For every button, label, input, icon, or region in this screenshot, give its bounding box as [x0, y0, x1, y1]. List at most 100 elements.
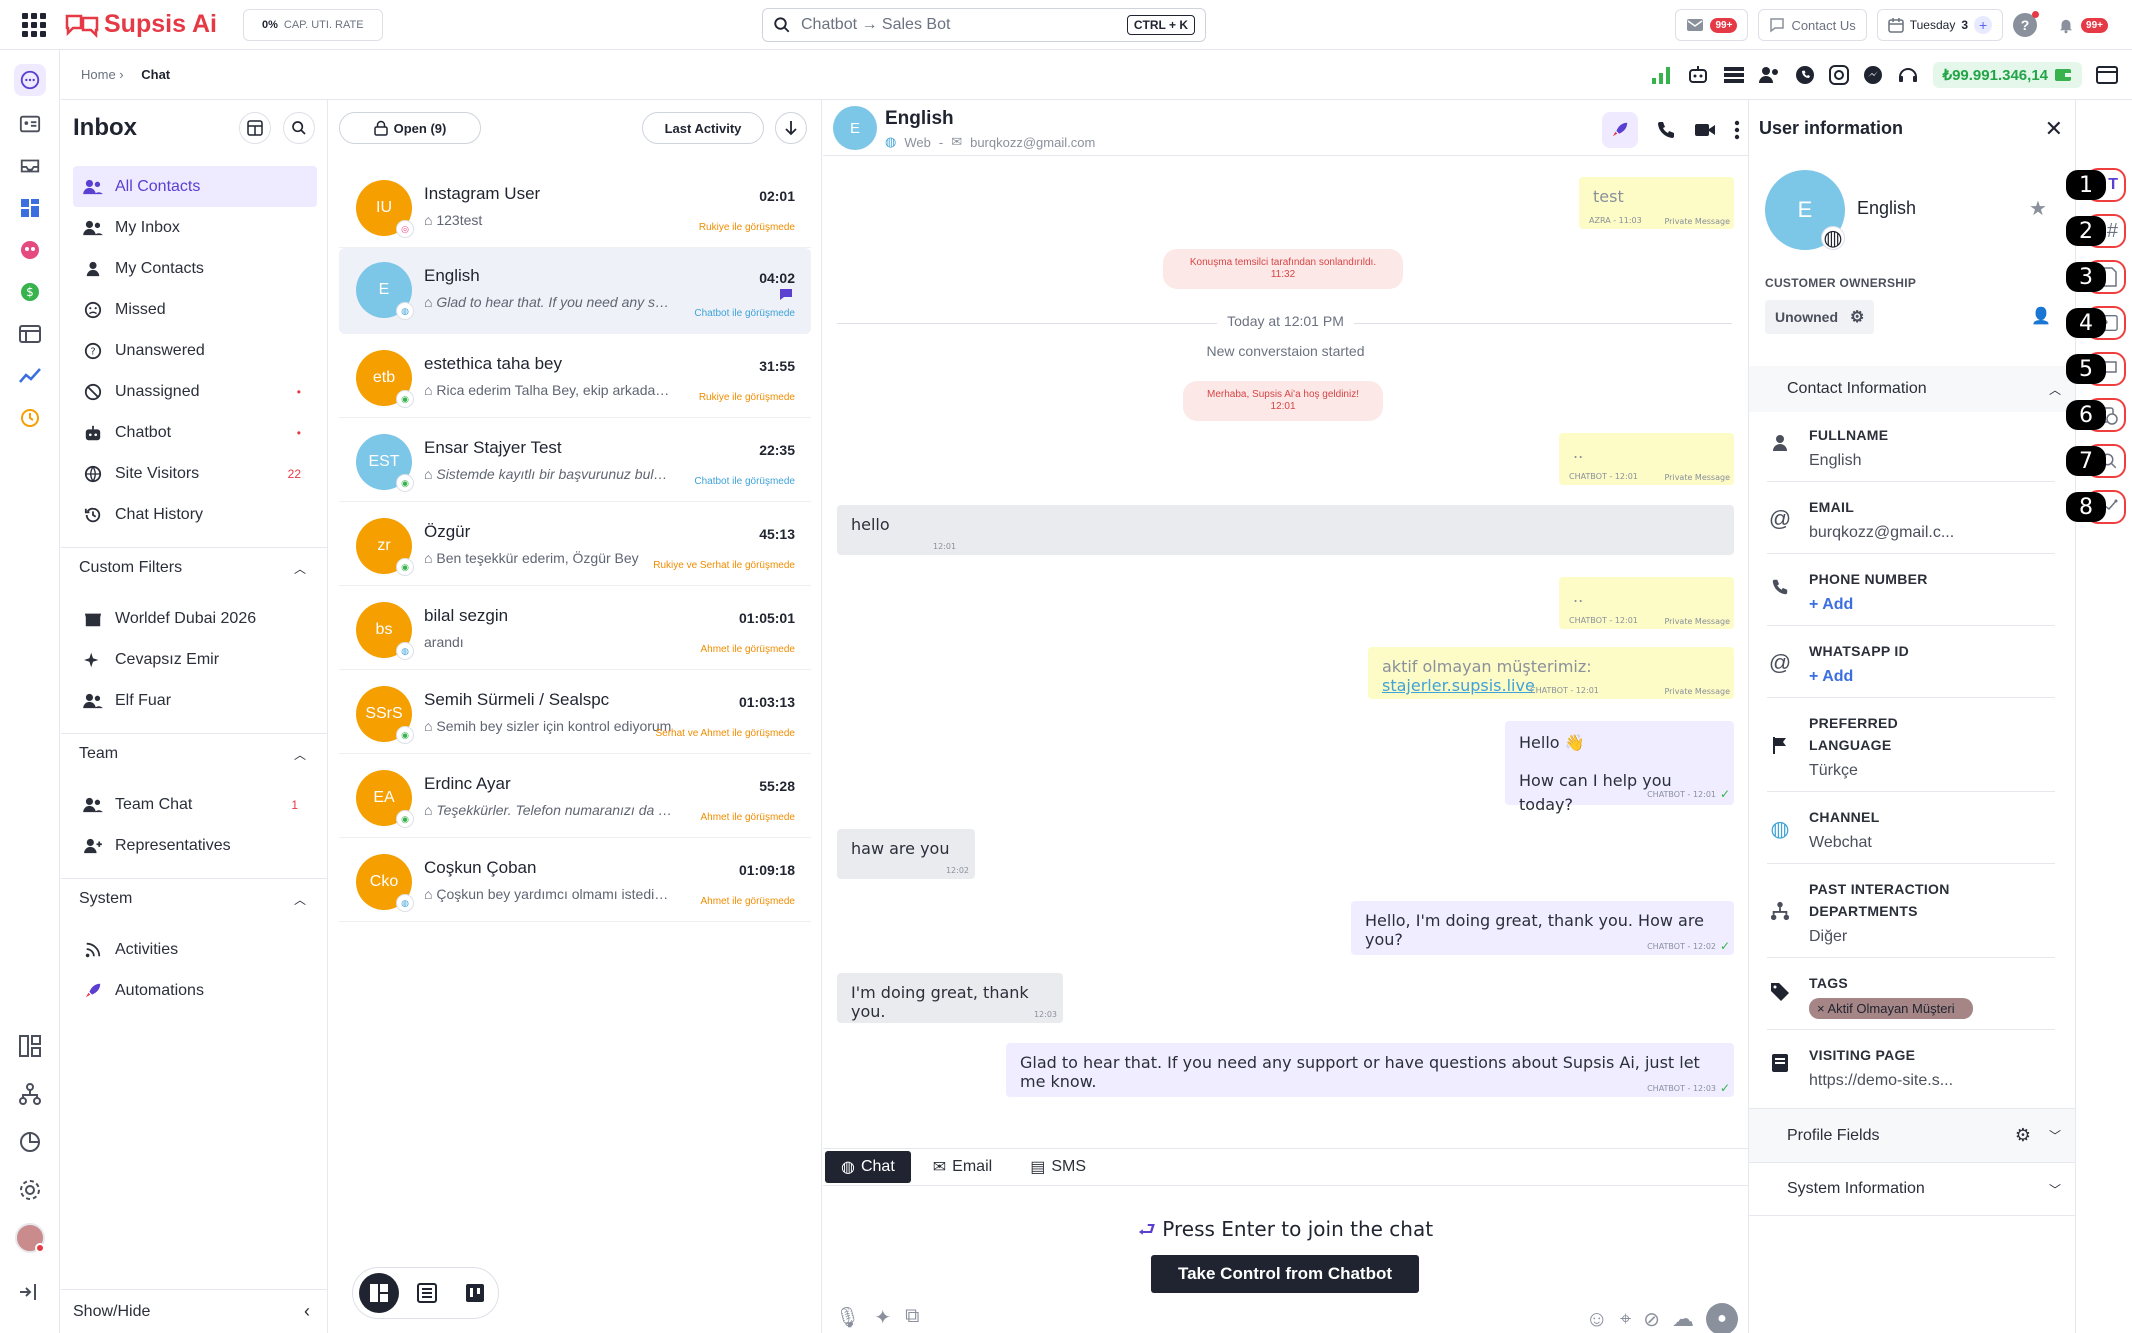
chat-avatar[interactable]: E: [833, 106, 877, 150]
layout-icon[interactable]: [14, 1030, 46, 1062]
conversation-item[interactable]: Cko ◍ Coşkun Çoban ⌂ Çoşkun bey yardımcı …: [339, 840, 811, 922]
nav-unanswered[interactable]: ? Unanswered: [73, 330, 317, 371]
inbox-tray-icon[interactable]: [14, 150, 46, 182]
tag-chip[interactable]: × Aktif Olmayan Müşteri: [1809, 998, 1973, 1019]
conversation-item[interactable]: E ◍ English ⌂ Glad to hear that. If you n…: [339, 248, 811, 334]
contact-us-button[interactable]: Contact Us: [1758, 9, 1867, 41]
microphone-icon[interactable]: 🎙: [835, 1305, 860, 1330]
nav-all-contacts[interactable]: All Contacts: [73, 166, 317, 207]
add-whatsapp-button[interactable]: + Add: [1809, 668, 1853, 686]
server-list-icon[interactable]: [1723, 65, 1745, 85]
search-input[interactable]: Chatbot → Sales Bot CTRL + K: [762, 8, 1206, 42]
star-icon[interactable]: ★: [2029, 196, 2047, 221]
conversation-item[interactable]: bs ◍ bilal sezgin arandı 01:05:01 Ahmet i…: [339, 588, 811, 670]
users-icon[interactable]: [1758, 65, 1781, 85]
inbox-layout-button[interactable]: [239, 112, 271, 144]
sort-direction-button[interactable]: [775, 112, 807, 144]
system-item[interactable]: Activities: [61, 929, 328, 970]
upload-cloud-icon[interactable]: ☁: [1672, 1306, 1694, 1332]
balance-badge[interactable]: ₺99.991.346,14: [1932, 62, 2082, 88]
add-phone-button[interactable]: + Add: [1809, 596, 1853, 614]
contact-information-header[interactable]: Contact Information ︿: [1749, 366, 2075, 412]
ai-sparkle-icon[interactable]: ✦: [874, 1305, 891, 1330]
brand-logo[interactable]: Supsis Ai: [64, 10, 217, 39]
breadcrumb-home[interactable]: Home ›: [81, 67, 124, 82]
nav-my-inbox[interactable]: My Inbox: [73, 207, 317, 248]
apps-grid-icon[interactable]: [18, 9, 50, 41]
conversation-item[interactable]: zr ◉ Özgür ⌂ Ben teşekkür ederim, Özgür B…: [339, 504, 811, 586]
open-filter-button[interactable]: Open (9): [339, 112, 481, 144]
custom-filters-header[interactable]: Custom Filters ︿: [61, 548, 328, 588]
system-item[interactable]: Automations: [61, 970, 328, 1011]
instagram-icon[interactable]: [1828, 65, 1849, 85]
chat-nav-icon[interactable]: [14, 64, 46, 96]
location-icon[interactable]: ⌖: [1620, 1308, 1631, 1331]
field-value[interactable]: English: [1809, 452, 1861, 470]
team-item[interactable]: Team Chat 1: [61, 784, 328, 825]
clock-icon[interactable]: [14, 402, 46, 434]
window-icon[interactable]: [2096, 65, 2118, 85]
signal-bars-icon[interactable]: [1651, 65, 1673, 85]
emoji-icon[interactable]: ☺: [1586, 1306, 1608, 1332]
nav-unassigned[interactable]: Unassigned •: [73, 371, 317, 412]
field-value[interactable]: burqkozz@gmail.c...: [1809, 524, 1954, 542]
whatsapp-icon[interactable]: [1795, 65, 1815, 85]
phone-icon[interactable]: [1656, 120, 1676, 140]
field-value[interactable]: https://demo-site.s...: [1809, 1072, 1953, 1090]
conversation-item[interactable]: IU ◎ Instagram User ⌂ 123test 02:01 Rukiy…: [339, 166, 811, 248]
bot-icon[interactable]: [14, 234, 46, 266]
conversation-item[interactable]: EST ◉ Ensar Stajyer Test ⌂ Sistemde kayıt…: [339, 420, 811, 502]
system-information-header[interactable]: System Information ﹀: [1749, 1162, 2075, 1216]
notifications-button[interactable]: 99+: [2047, 9, 2118, 41]
messenger-icon[interactable]: [1863, 65, 1883, 85]
take-control-button[interactable]: Take Control from Chatbot: [1151, 1255, 1419, 1293]
conversation-item[interactable]: EA ◉ Erdinc Ayar ⌂ Teşekkürler. Telefon n…: [339, 756, 811, 838]
board-view-icon[interactable]: [359, 1273, 399, 1313]
help-icon[interactable]: ?: [2013, 11, 2040, 37]
remove-tag-icon[interactable]: ×: [1817, 1001, 1825, 1016]
nav-missed[interactable]: Missed: [73, 289, 317, 330]
chat-contact-name[interactable]: English: [885, 108, 954, 130]
voice-record-icon[interactable]: ●: [1706, 1303, 1738, 1333]
tab-sms[interactable]: ▤ SMS: [1014, 1151, 1102, 1183]
ownership-selector[interactable]: Unowned ⚙: [1765, 300, 1875, 334]
gear-icon[interactable]: ⚙: [2015, 1125, 2031, 1146]
hierarchy-icon[interactable]: [14, 1078, 46, 1110]
close-icon[interactable]: ✕: [2045, 116, 2063, 142]
profile-fields-header[interactable]: Profile Fields ⚙ ﹀: [1749, 1108, 2075, 1162]
collapse-rail-icon[interactable]: [14, 1276, 46, 1308]
robot-icon[interactable]: [1687, 64, 1709, 86]
date-button[interactable]: Tuesday 3 +: [1876, 9, 2004, 41]
billing-icon[interactable]: $: [14, 276, 46, 308]
automation-button[interactable]: [1602, 112, 1638, 148]
conversation-item[interactable]: SSrS ◉ Semih Sürmeli / Sealspc ⌂ Semih be…: [339, 672, 811, 754]
sort-button[interactable]: Last Activity: [642, 112, 764, 144]
headset-icon[interactable]: [1897, 65, 1919, 85]
reports-icon[interactable]: [14, 1126, 46, 1158]
inbox-search-button[interactable]: [283, 112, 315, 144]
cap-rate-widget[interactable]: 0% CAP. UTI. RATE: [243, 8, 383, 41]
settings-icon[interactable]: [14, 1174, 46, 1206]
tab-email[interactable]: ✉ Email: [917, 1151, 1008, 1183]
tab-chat[interactable]: ◍ Chat: [825, 1151, 911, 1183]
field-value[interactable]: Türkçe: [1809, 762, 1858, 780]
kanban-view-icon[interactable]: [455, 1273, 495, 1313]
add-event-icon[interactable]: +: [1974, 16, 1993, 34]
user-avatar[interactable]: [14, 1222, 46, 1254]
attachment-icon[interactable]: ⊘: [1643, 1307, 1660, 1332]
message-link[interactable]: stajerler.supsis.live: [1382, 676, 1535, 695]
mail-button[interactable]: 99+: [1675, 9, 1749, 41]
video-icon[interactable]: [1694, 121, 1716, 139]
nav-chatbot[interactable]: Chatbot •: [73, 412, 317, 453]
dashboard-icon[interactable]: [14, 192, 46, 224]
contacts-card-icon[interactable]: [14, 108, 46, 140]
canned-response-icon[interactable]: ⧉: [905, 1305, 919, 1330]
team-header[interactable]: Team ︿: [61, 734, 328, 774]
analytics-icon[interactable]: [14, 360, 46, 392]
conversation-item[interactable]: etb ◉ estethica taha bey ⌂ Rica ederim Ta…: [339, 336, 811, 418]
list-view-icon[interactable]: [407, 1273, 447, 1313]
assign-user-icon[interactable]: 👤: [2031, 306, 2051, 326]
nav-chat-history[interactable]: Chat History: [73, 494, 317, 535]
system-header[interactable]: System ︿: [61, 879, 328, 919]
team-item[interactable]: Representatives: [61, 825, 328, 866]
